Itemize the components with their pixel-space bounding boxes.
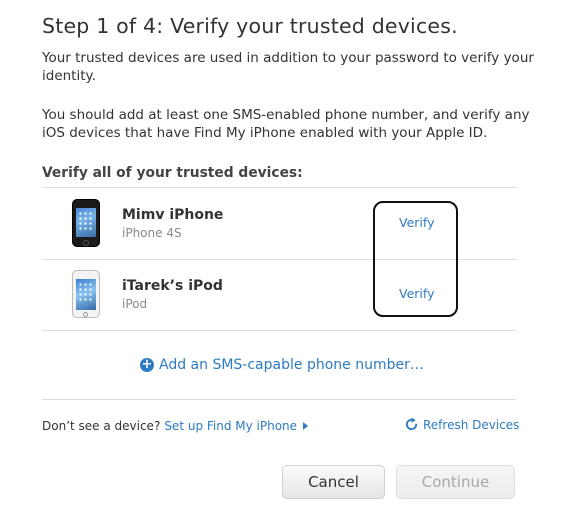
add-phone-label: Add an SMS-capable phone number… xyxy=(159,357,424,373)
intro-text: Your trusted devices are used in additio… xyxy=(42,50,534,84)
section-heading: Verify all of your trusted devices: xyxy=(42,165,303,181)
plus-circle-icon: + xyxy=(140,357,154,372)
refresh-icon xyxy=(405,417,418,431)
add-phone-number-link[interactable]: + Add an SMS-capable phone number… xyxy=(140,357,424,373)
refresh-label: Refresh Devices xyxy=(423,417,520,432)
divider xyxy=(42,330,516,331)
cancel-button[interactable]: Cancel xyxy=(282,465,385,499)
device-model: iPhone 4S xyxy=(122,226,182,240)
refresh-devices-button[interactable]: Refresh Devices xyxy=(404,417,519,432)
page-title: Step 1 of 4: Verify your trusted devices… xyxy=(42,14,458,38)
device-name: iTarek’s iPod xyxy=(122,278,223,294)
ipod-icon xyxy=(72,270,100,318)
continue-button[interactable]: Continue xyxy=(396,465,515,499)
setup-find-my-iphone-link[interactable]: Set up Find My iPhone xyxy=(164,419,297,433)
triangle-right-icon xyxy=(303,422,309,430)
missing-device-text: Don’t see a device? xyxy=(42,419,161,433)
instructions-text: You should add at least one SMS-enabled … xyxy=(42,107,530,141)
missing-device-note: Don’t see a device? Set up Find My iPhon… xyxy=(42,419,309,433)
device-name: Mimv iPhone xyxy=(122,207,224,223)
iphone-icon xyxy=(72,199,100,247)
highlight-box xyxy=(373,201,458,317)
device-model: iPod xyxy=(122,297,148,311)
divider xyxy=(42,399,516,400)
